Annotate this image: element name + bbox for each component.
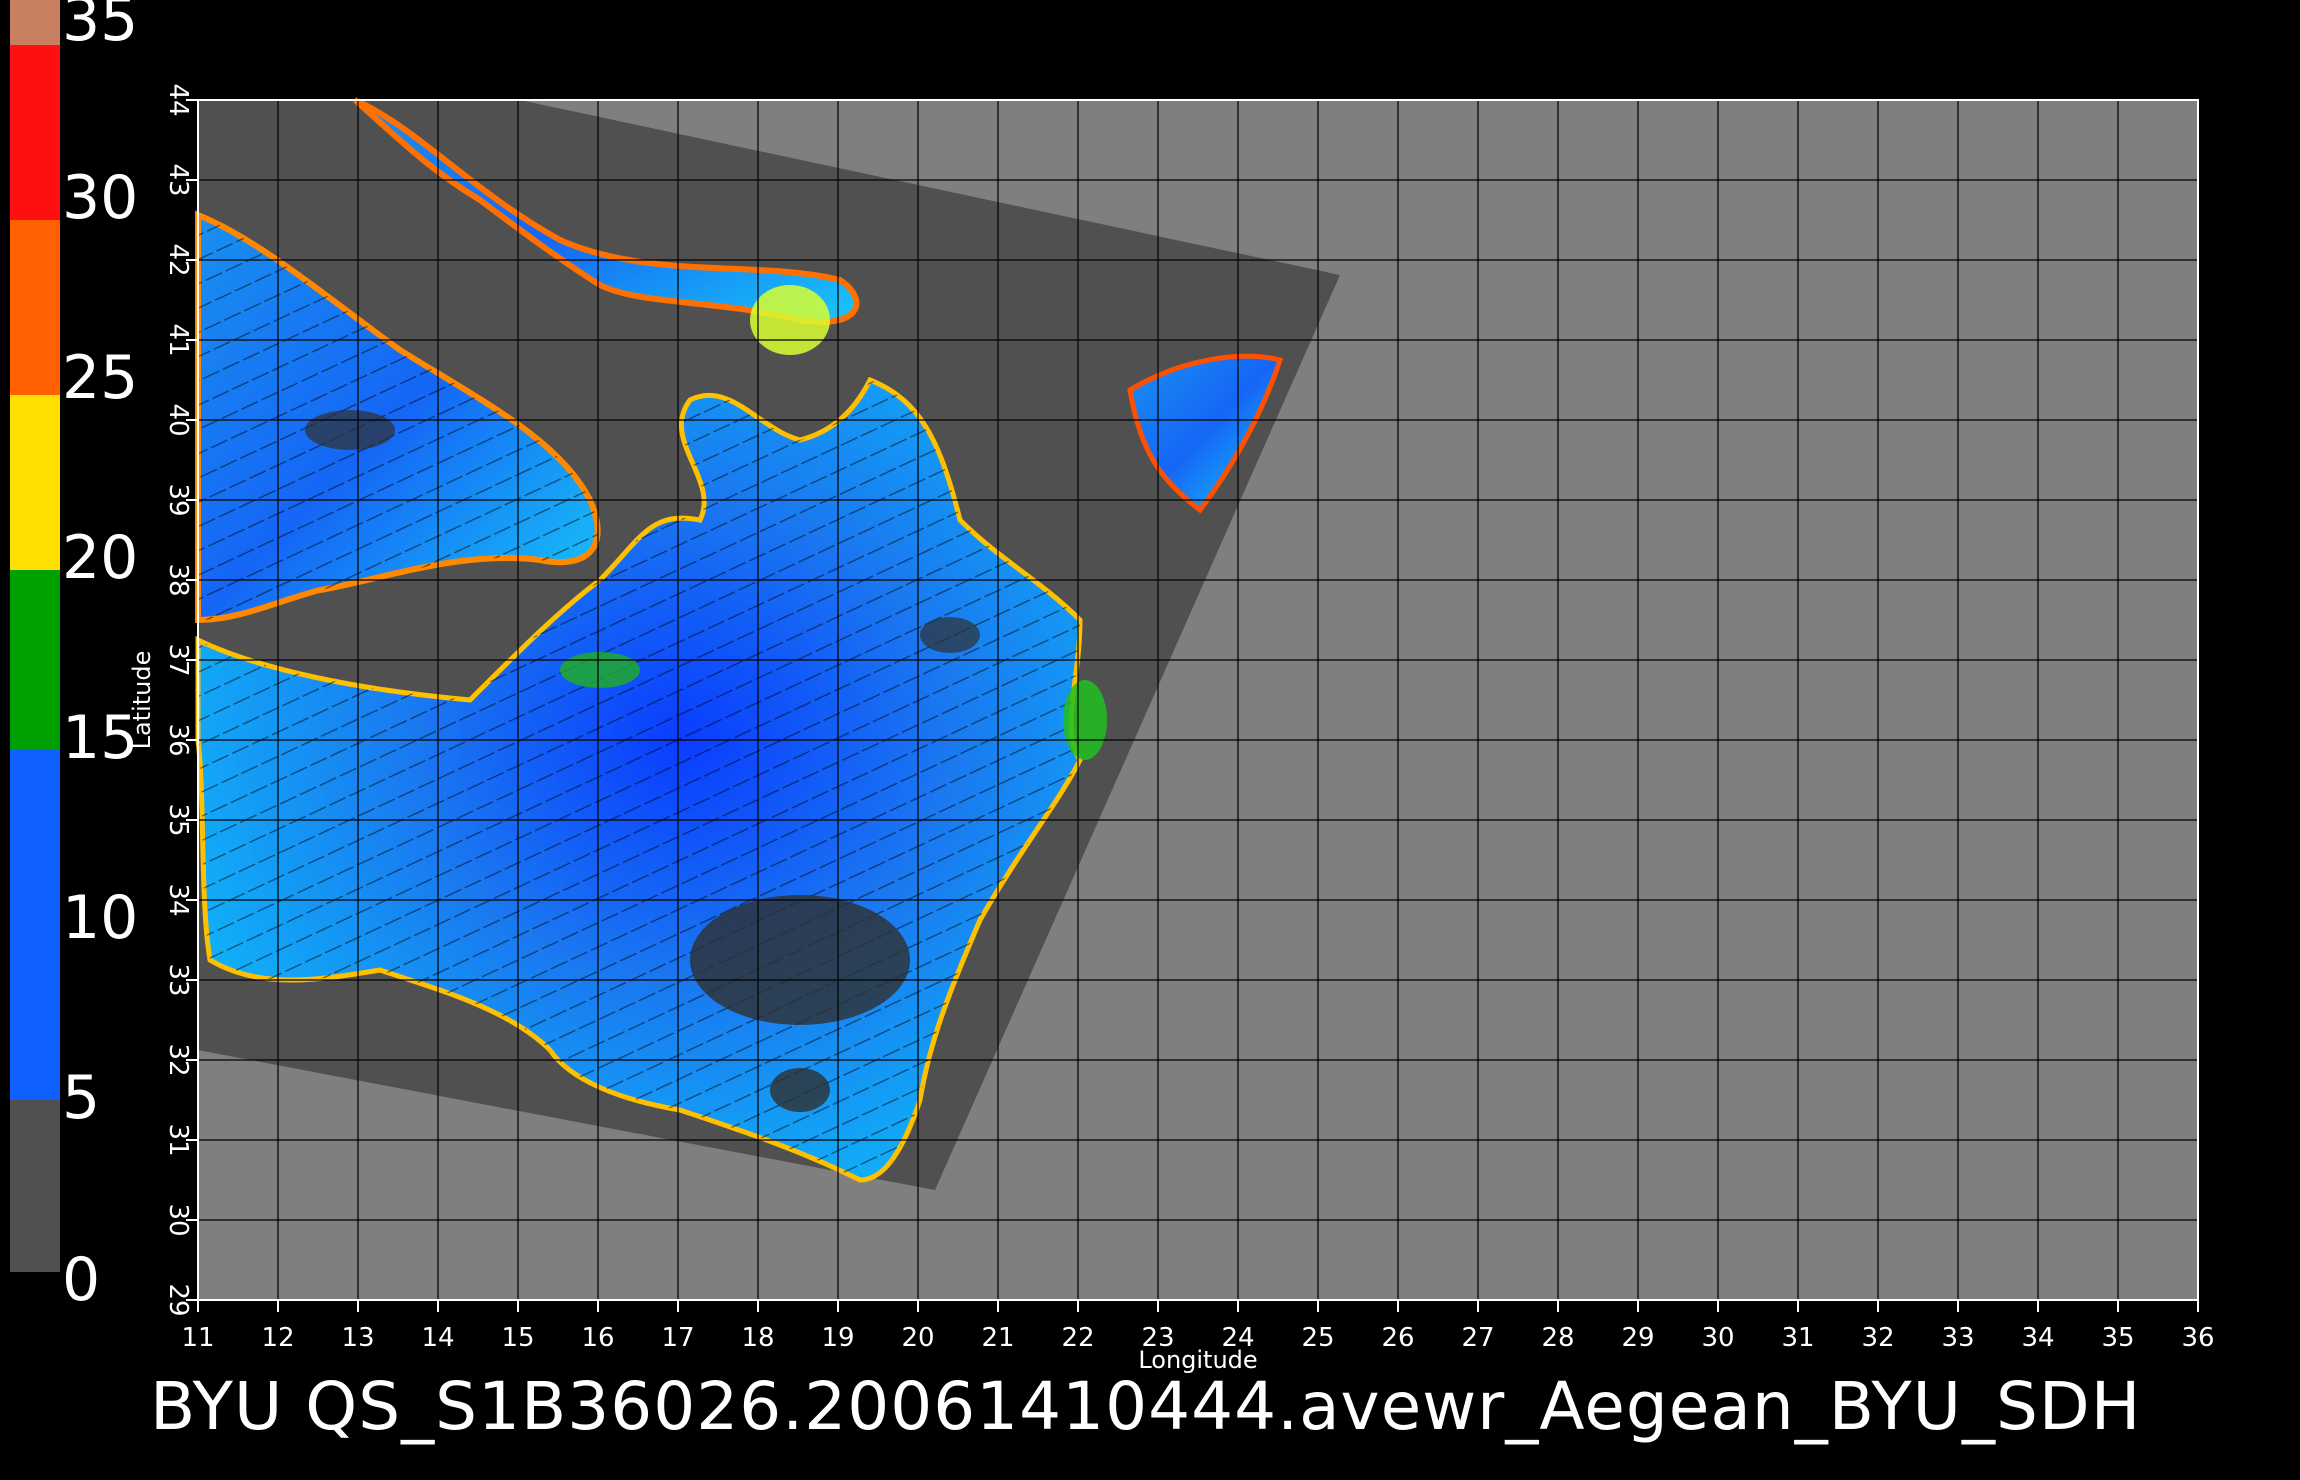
longitude-tick-label: 13: [341, 1323, 374, 1353]
latitude-tick-label: 34: [163, 883, 193, 916]
longitude-tick-label: 34: [2021, 1323, 2054, 1353]
high-wind-patch: [750, 285, 830, 355]
longitude-tick-label: 27: [1461, 1323, 1494, 1353]
colorbar-label: 25: [62, 343, 139, 413]
longitude-tick-label: 16: [581, 1323, 614, 1353]
colorbar-segment-gray: [10, 1100, 60, 1272]
longitude-tick-label: 22: [1061, 1323, 1094, 1353]
rain-flag-patch: [690, 895, 910, 1025]
colorbar-label: 0: [62, 1245, 101, 1315]
rain-flag-patch: [920, 617, 980, 653]
latitude-tick-label: 33: [163, 963, 193, 996]
latitude-tick-label: 36: [163, 723, 193, 756]
longitude-tick-label: 14: [421, 1323, 454, 1353]
longitude-tick-label: 35: [2101, 1323, 2134, 1353]
colorbar-label: 5: [62, 1063, 101, 1133]
longitude-tick-label: 31: [1781, 1323, 1814, 1353]
colorbar-label: 10: [62, 883, 139, 953]
latitude-tick-label: 30: [163, 1203, 193, 1236]
latitude-tick-label: 44: [163, 83, 193, 116]
longitude-tick-label: 29: [1621, 1323, 1654, 1353]
longitude-tick-label: 11: [181, 1323, 214, 1353]
colorbar-segment-red: [10, 45, 60, 220]
colorbar-label: 30: [62, 163, 139, 233]
longitude-tick-label: 25: [1301, 1323, 1334, 1353]
latitude-tick-label: 40: [163, 403, 193, 436]
longitude-tick-label: 12: [261, 1323, 294, 1353]
latitude-tick-label: 35: [163, 803, 193, 836]
longitude-tick-label: 30: [1701, 1323, 1734, 1353]
longitude-tick-label: 36: [2181, 1323, 2214, 1353]
high-wind-patch: [560, 652, 640, 688]
latitude-tick-label: 43: [163, 163, 193, 196]
latitude-tick-label: 42: [163, 243, 193, 276]
longitude-tick-label: 19: [821, 1323, 854, 1353]
longitude-tick-label: 20: [901, 1323, 934, 1353]
wind-speed-colorbar: [10, 0, 60, 1272]
high-wind-patch: [1063, 680, 1107, 760]
longitude-tick-label: 15: [501, 1323, 534, 1353]
latitude-tick-label: 31: [163, 1123, 193, 1156]
rain-flag-patch: [305, 410, 395, 450]
colorbar-labels: 35 30 25 20 15 10 5 0: [62, 0, 152, 1320]
longitude-tick-label: 17: [661, 1323, 694, 1353]
colorbar-segment-blue: [10, 750, 60, 1100]
longitude-tick-label: 33: [1941, 1323, 1974, 1353]
colorbar-label: 35: [62, 0, 139, 55]
latitude-tick-label: 32: [163, 1043, 193, 1076]
longitude-tick-label: 21: [981, 1323, 1014, 1353]
longitude-tick-label: 28: [1541, 1323, 1574, 1353]
longitude-tick-label: 32: [1861, 1323, 1894, 1353]
colorbar-label: 20: [62, 523, 139, 593]
latitude-tick-label: 38: [163, 563, 193, 596]
latitude-tick-label: 37: [163, 643, 193, 676]
rain-flag-patch: [770, 1068, 830, 1112]
latitude-tick-label: 39: [163, 483, 193, 516]
colorbar-label: 15: [62, 703, 139, 773]
wind-map: 11 12 13 14 15 16 17 18 19 20 21 22 23 24 25 26 27 28 29 30…: [128, 60, 2228, 1374]
latitude-tick-label: 41: [163, 323, 193, 356]
colorbar-segment-green: [10, 570, 60, 750]
longitude-tick-label: 18: [741, 1323, 774, 1353]
product-caption: BYU QS_S1B36026.20061410444.avewr_Aegean…: [150, 1368, 2142, 1445]
colorbar-segment-orange: [10, 220, 60, 395]
longitude-tick-label: 26: [1381, 1323, 1414, 1353]
latitude-tick-label: 29: [163, 1283, 193, 1316]
colorbar-segment-top: [10, 0, 60, 45]
colorbar-segment-yellow: [10, 395, 60, 570]
